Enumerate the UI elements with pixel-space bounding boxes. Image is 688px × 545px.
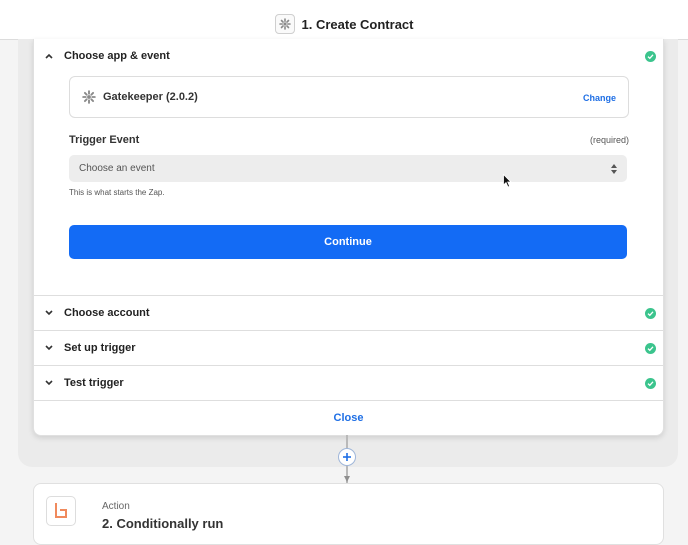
- section-choose-app-event[interactable]: Choose app & event: [34, 39, 663, 73]
- step-kind: Action: [102, 501, 130, 512]
- step-header: 1. Create Contract: [0, 9, 688, 40]
- app-name: Gatekeeper (2.0.2): [103, 91, 198, 103]
- close-row: Close: [34, 401, 663, 435]
- trigger-hint: This is what starts the Zap.: [69, 188, 165, 197]
- chevron-down-icon: [45, 345, 53, 351]
- trigger-event-label: Trigger Event: [69, 134, 140, 146]
- section-title: Choose app & event: [64, 50, 170, 62]
- continue-label: Continue: [324, 236, 372, 248]
- section-test-trigger[interactable]: Test trigger: [34, 366, 663, 400]
- section-title: Test trigger: [64, 377, 124, 389]
- check-icon: [645, 50, 656, 62]
- plus-icon: [343, 453, 351, 461]
- trigger-event-select[interactable]: Choose an event: [69, 155, 627, 182]
- section-title: Choose account: [64, 307, 150, 319]
- section-set-up-trigger[interactable]: Set up trigger: [34, 331, 663, 365]
- selected-app: Gatekeeper (2.0.2) Change: [69, 76, 629, 118]
- check-icon: [645, 377, 656, 389]
- select-arrows-icon: [611, 164, 617, 174]
- continue-button[interactable]: Continue: [69, 225, 627, 259]
- mouse-cursor-icon: [503, 174, 512, 188]
- change-app-button[interactable]: Change: [583, 93, 616, 103]
- step-title[interactable]: 1. Create Contract: [302, 17, 414, 32]
- select-placeholder: Choose an event: [79, 163, 155, 174]
- step-title: 2. Conditionally run: [102, 516, 224, 531]
- step-editor-card: Choose app & event Gatekeeper (2.0.2) Ch…: [33, 39, 664, 436]
- chevron-up-icon: [45, 53, 53, 59]
- filter-icon: [46, 496, 76, 526]
- section-choose-account[interactable]: Choose account: [34, 296, 663, 330]
- gear-icon: [82, 90, 96, 104]
- chevron-down-icon: [45, 380, 53, 386]
- add-step-button[interactable]: [338, 448, 356, 466]
- chevron-down-icon: [45, 310, 53, 316]
- section-title: Set up trigger: [64, 342, 136, 354]
- close-button[interactable]: Close: [334, 412, 364, 424]
- check-icon: [645, 307, 656, 319]
- gear-icon: [274, 14, 295, 34]
- check-icon: [645, 342, 656, 354]
- next-step-card[interactable]: Action 2. Conditionally run: [33, 483, 664, 545]
- required-label: (required): [589, 135, 629, 145]
